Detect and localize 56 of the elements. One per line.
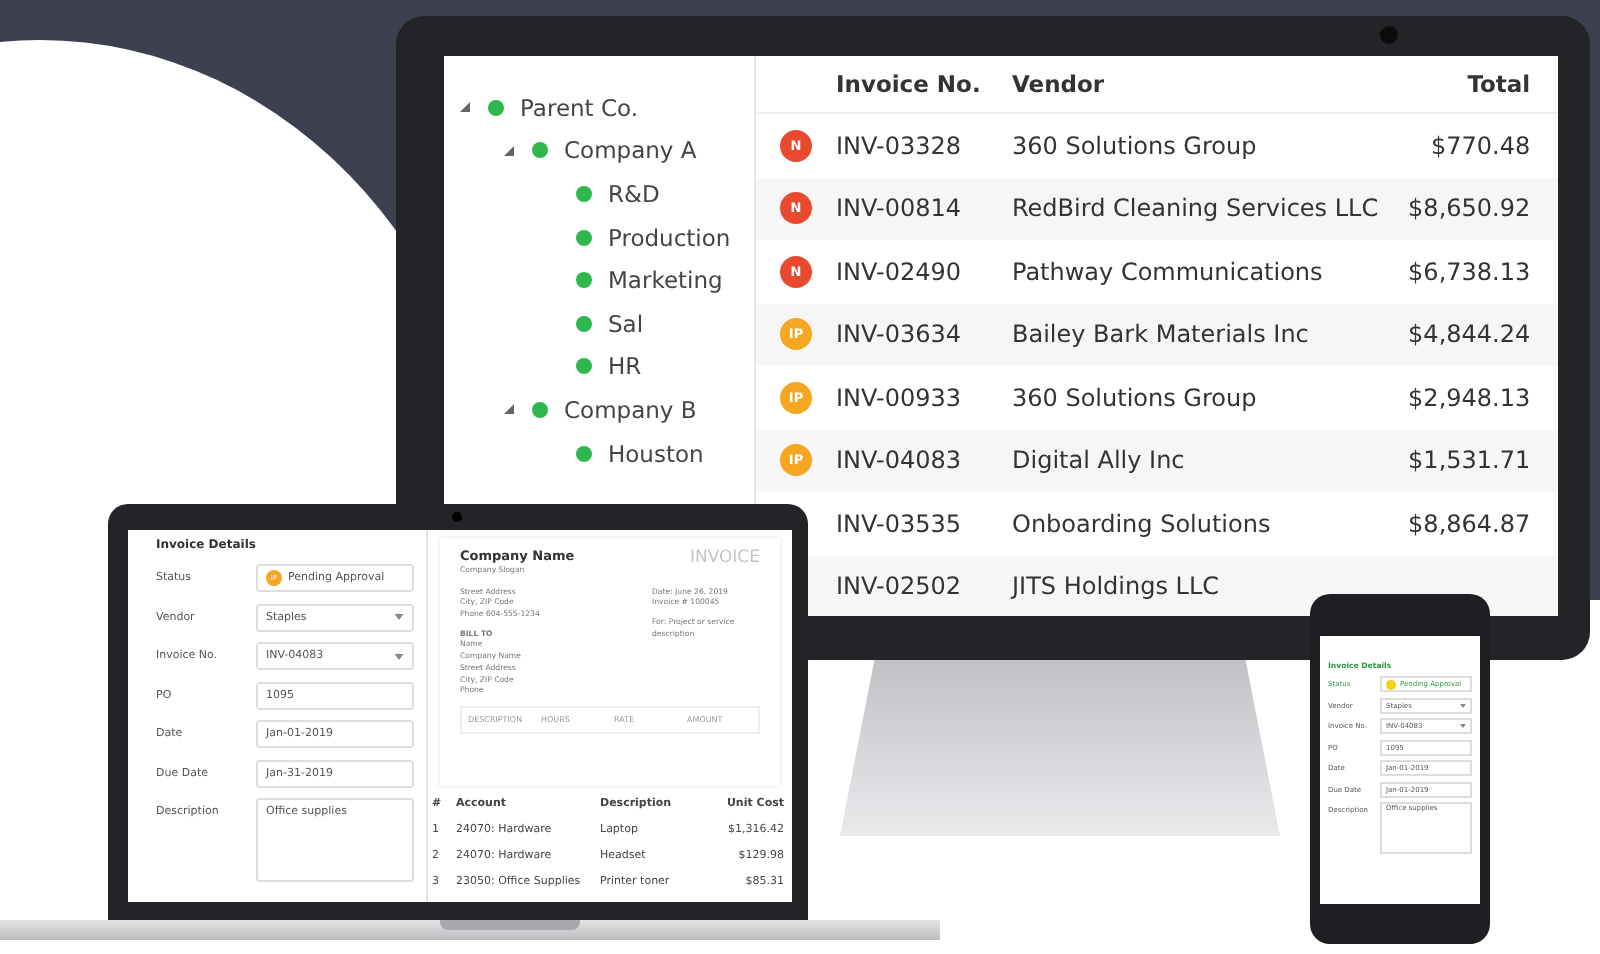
camera-icon xyxy=(1380,26,1398,44)
status-dot xyxy=(576,445,592,462)
caret-icon xyxy=(394,614,404,620)
table-cell-text: Bailey Bark Materials Inc xyxy=(1012,320,1311,349)
tree-item[interactable]: Parent Co. xyxy=(520,93,638,122)
table-cell-text: Onboarding Solutions xyxy=(1012,509,1273,538)
caret-icon xyxy=(1460,703,1466,707)
status-dot xyxy=(576,358,592,375)
caret-icon xyxy=(1460,724,1466,728)
column-header: Invoice No. xyxy=(836,70,983,98)
status-dot xyxy=(1386,679,1396,689)
table-cell-text: $770.48 xyxy=(1429,131,1531,160)
laptop-notch xyxy=(440,920,580,930)
caret-icon[interactable] xyxy=(504,145,514,156)
caret-icon xyxy=(394,653,404,659)
table-cell-text: 360 Solutions Group xyxy=(1012,131,1259,160)
table-cell-text: INV-03535 xyxy=(836,509,964,538)
caret-icon[interactable] xyxy=(504,404,514,415)
table-cell-text: Pathway Communications xyxy=(1012,257,1325,286)
table-cell-text: INV-03328 xyxy=(836,131,964,160)
status-dot xyxy=(576,272,592,289)
status-dot xyxy=(576,315,592,332)
table-cell-text: $1,531.71 xyxy=(1406,446,1531,475)
tree-item[interactable]: Marketing xyxy=(608,266,723,295)
tree-item[interactable]: Company B xyxy=(564,395,697,424)
table-cell-text: JITS Holdings LLC xyxy=(1012,572,1222,601)
table-cell-text: INV-04083 xyxy=(836,446,964,475)
status-dot xyxy=(576,185,592,202)
status-dot xyxy=(532,401,548,418)
table-cell-text: INV-00933 xyxy=(836,383,964,412)
table-cell-text: $8,650.92 xyxy=(1406,194,1531,223)
status-dot xyxy=(532,142,548,159)
table-cell-text: $6,738.13 xyxy=(1406,257,1531,286)
tree-item[interactable]: Company A xyxy=(564,136,697,165)
invoice-heading: INVOICE xyxy=(689,548,760,572)
camera-icon xyxy=(452,512,462,522)
tree-item[interactable]: HR xyxy=(608,352,642,381)
status-dot xyxy=(488,99,504,116)
status-dot xyxy=(576,229,592,246)
caret-icon[interactable] xyxy=(460,102,470,113)
table-cell-text: INV-02490 xyxy=(836,257,964,286)
table-cell-text: Digital Ally Inc xyxy=(1012,446,1187,475)
column-header: Total xyxy=(1465,70,1531,98)
table-cell-text: INV-00814 xyxy=(836,194,964,223)
column-header: Vendor xyxy=(1012,70,1107,98)
table-cell-text: INV-02502 xyxy=(836,572,964,601)
tree-item[interactable]: Sal xyxy=(608,309,644,338)
tree-item[interactable]: Houston xyxy=(608,439,704,468)
table-cell-text: $4,844.24 xyxy=(1406,320,1531,349)
tree-item[interactable]: Production xyxy=(608,223,731,252)
tree-item[interactable]: R&D xyxy=(608,179,660,208)
table-cell-text: $8,864.87 xyxy=(1406,509,1531,538)
table-cell-text: 360 Solutions Group xyxy=(1012,383,1259,412)
table-cell-text: INV-03634 xyxy=(836,320,964,349)
table-cell: RedBird Cleaning Services LLC xyxy=(1012,194,1379,223)
table-cell-text: $2,948.13 xyxy=(1406,383,1531,412)
